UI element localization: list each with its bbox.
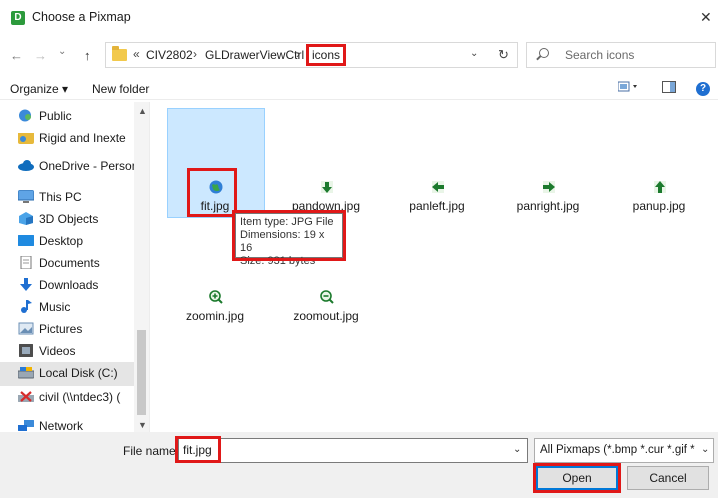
breadcrumb-civ2802[interactable]: CIV2802 (146, 48, 193, 62)
new-folder-button[interactable]: New folder (92, 82, 149, 96)
disk-icon (18, 367, 34, 379)
nav-up-button[interactable]: ↑ (84, 48, 91, 63)
scroll-up-icon[interactable]: ▲ (138, 106, 147, 116)
address-dropdown-icon[interactable]: ⌄ (470, 48, 478, 59)
shared-folder-icon (18, 133, 34, 144)
app-icon: D (11, 11, 25, 25)
refresh-icon[interactable]: ↻ (498, 47, 509, 63)
annotation-box-tooltip (232, 210, 346, 261)
file-item-panright[interactable]: panright.jpg (500, 180, 596, 220)
sidebar-item-downloads[interactable]: Downloads (18, 274, 149, 296)
sidebar-item-3d-objects[interactable]: 3D Objects (18, 208, 149, 230)
file-item-panup[interactable]: panup.jpg (611, 180, 707, 220)
pc-icon (18, 190, 34, 203)
folder-icon (112, 46, 127, 61)
zoom-in-icon (209, 290, 223, 304)
file-type-select[interactable]: All Pixmaps (*.bmp *.cur *.gif * ⌄ (534, 438, 714, 463)
recent-locations-button[interactable]: ⌄ (58, 46, 66, 57)
file-name-field[interactable]: fit.jpg ⌄ (178, 438, 528, 463)
3d-objects-icon (19, 212, 33, 225)
view-options-icon[interactable] (617, 81, 640, 96)
arrow-right-icon (543, 181, 555, 193)
breadcrumb-icons[interactable]: icons (306, 44, 347, 66)
window-title: Choose a Pixmap (32, 10, 131, 24)
arrow-down-icon (321, 181, 333, 193)
help-icon[interactable]: ? (696, 82, 710, 96)
navigation-pane: Public Rigid and Inexte OneDrive - Perso… (0, 102, 150, 432)
breadcrumb-overflow[interactable]: « (133, 47, 140, 61)
downloads-icon (20, 278, 32, 291)
sidebar-item-network[interactable]: Network (18, 415, 149, 432)
file-type-dropdown-icon: ⌄ (701, 444, 710, 455)
public-folder-icon (19, 109, 31, 122)
scroll-down-icon[interactable]: ▼ (138, 420, 147, 430)
breadcrumb-separator: › (296, 47, 300, 61)
annotation-box-fit (187, 168, 237, 217)
sidebar-item-public[interactable]: Public (18, 105, 149, 127)
sidebar-item-documents[interactable]: Documents (18, 252, 149, 274)
arrow-up-icon (654, 181, 666, 193)
network-drive-icon (18, 391, 34, 402)
file-type-value: All Pixmaps (*.bmp *.cur *.gif * (540, 444, 695, 456)
sidebar-item-music[interactable]: Music (18, 296, 149, 318)
nav-back-button[interactable]: ← (10, 48, 23, 63)
file-name-dropdown-icon[interactable]: ⌄ (513, 444, 521, 455)
preview-pane-icon[interactable] (662, 81, 676, 96)
zoom-out-icon (320, 290, 334, 304)
breadcrumb-glDrawerViewCtrl[interactable]: GLDrawerViewCtrl (205, 48, 304, 62)
annotation-box-open (533, 463, 621, 493)
arrow-left-icon (432, 181, 444, 193)
sidebar-item-local-disk[interactable]: Local Disk (C:) (0, 362, 149, 386)
sidebar-item-onedrive[interactable]: OneDrive - Person (18, 155, 149, 177)
search-input[interactable]: Search icons (526, 42, 716, 68)
command-toolbar: Organize ▾ New folder (0, 76, 718, 100)
title-bar: D Choose a Pixmap ✕ (0, 0, 718, 34)
sidebar-item-videos[interactable]: Videos (18, 340, 149, 362)
organize-button[interactable]: Organize ▾ (10, 82, 68, 96)
sidebar-item-pictures[interactable]: Pictures (18, 318, 149, 340)
sidebar-item-desktop[interactable]: Desktop (18, 230, 149, 252)
videos-icon (19, 344, 33, 357)
file-item-panleft[interactable]: panleft.jpg (389, 180, 485, 220)
cancel-button[interactable]: Cancel (627, 466, 709, 490)
address-bar[interactable]: « CIV2802 › GLDrawerViewCtrl › icons ⌄ ↻ (105, 42, 518, 68)
file-name-label: File name: (123, 444, 180, 458)
pictures-icon (18, 322, 34, 335)
nav-forward-button[interactable]: → (34, 48, 47, 63)
search-placeholder: Search icons (565, 48, 635, 62)
breadcrumb-separator: › (193, 47, 197, 61)
music-icon (21, 300, 32, 313)
sidebar-item-network-drive[interactable]: civil (\\ntdec3) ( (18, 386, 149, 408)
search-icon (539, 48, 549, 58)
close-button[interactable]: ✕ (700, 9, 712, 26)
network-icon (18, 420, 34, 431)
annotation-box-filename (175, 436, 221, 463)
sidebar-scroll-thumb[interactable] (137, 330, 146, 415)
onedrive-icon (18, 160, 34, 171)
sidebar-item-this-pc[interactable]: This PC (18, 186, 149, 208)
file-item-zoomout[interactable]: zoomout.jpg (278, 290, 374, 330)
documents-icon (20, 256, 32, 269)
sidebar-item-rigid[interactable]: Rigid and Inexte (18, 127, 149, 149)
desktop-icon (18, 235, 34, 246)
file-item-zoomin[interactable]: zoomin.jpg (167, 290, 263, 330)
